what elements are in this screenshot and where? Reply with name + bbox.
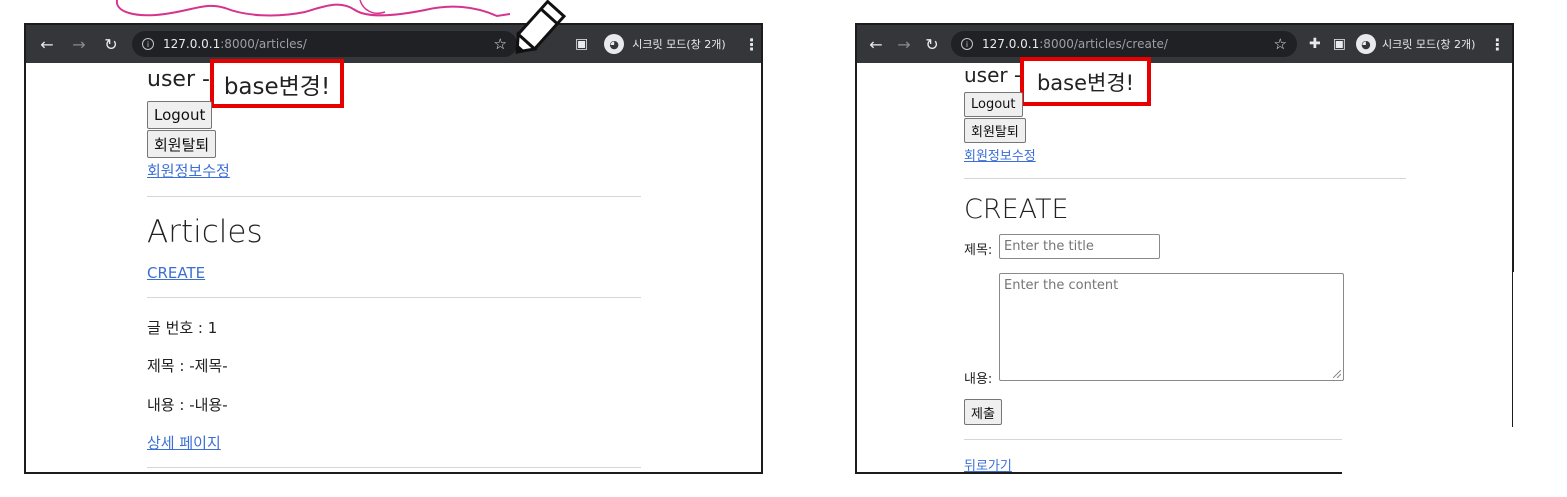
info-circle-icon[interactable]: i — [961, 38, 973, 50]
menu-dots-icon[interactable]: ⋮ — [744, 35, 760, 54]
address-bar[interactable]: i 127.0.0.1:8000/articles/ ☆ — [132, 31, 517, 57]
article-number: 글 번호 : 1 — [147, 319, 218, 337]
article-detail-link[interactable]: 상세 페이지 — [147, 432, 221, 453]
url-path: :8000/articles/ — [220, 37, 307, 51]
pink-doodle-drawing — [115, 0, 511, 18]
url-host: 127.0.0.1 — [163, 37, 221, 51]
page-title: CREATE — [964, 194, 1069, 225]
base-change-highlight: base변경! — [210, 59, 344, 108]
page-title: Articles — [147, 214, 263, 250]
browser-toolbar: ← → ↻ i 127.0.0.1:8000/articles/create/ … — [857, 25, 1512, 63]
back-arrow-icon[interactable]: ← — [36, 33, 58, 55]
content-label: 내용: — [964, 372, 993, 387]
incognito-icon[interactable]: ◕ — [1355, 34, 1376, 54]
reload-icon[interactable]: ↻ — [100, 33, 122, 55]
base-change-highlight: base변경! — [1020, 57, 1151, 106]
withdraw-button[interactable]: 회원탈퇴 — [964, 118, 1026, 143]
username-line: user - — [964, 63, 1021, 87]
withdraw-button[interactable]: 회원탈퇴 — [147, 130, 217, 158]
username-line: user - — [147, 67, 210, 92]
username: user — [147, 67, 195, 92]
incognito-label[interactable]: 시크릿 모드(창 2개) — [1382, 36, 1475, 52]
title-label: 제목: — [964, 243, 993, 258]
frame-mask — [1342, 427, 1522, 497]
title-input[interactable]: Enter the title — [999, 234, 1160, 259]
menu-dots-icon[interactable]: ⋮ — [1489, 35, 1505, 54]
back-link[interactable]: 뒤로가기 — [964, 455, 1012, 472]
resize-grip-icon[interactable] — [1333, 370, 1341, 378]
article-content: 내용 : -내용- — [147, 396, 228, 414]
reload-icon[interactable]: ↻ — [921, 33, 943, 55]
article-title: 제목 : -제목- — [147, 357, 228, 375]
tab-search-icon[interactable]: ▣ — [1333, 36, 1346, 52]
incognito-icon[interactable]: ◕ — [604, 34, 625, 54]
browser-toolbar: ← → ↻ i 127.0.0.1:8000/articles/ ☆ ▣ ◕ 시… — [26, 25, 761, 63]
browser-window-articles: ← → ↻ i 127.0.0.1:8000/articles/ ☆ ▣ ◕ 시… — [24, 23, 763, 474]
logout-button[interactable]: Logout — [147, 101, 213, 129]
submit-button[interactable]: 제출 — [964, 399, 1002, 425]
create-link[interactable]: CREATE — [147, 264, 205, 282]
edit-profile-link[interactable]: 회원정보수정 — [964, 145, 1036, 164]
create-page: user - base변경! Logout 회원탈퇴 회원정보수정 CREATE… — [857, 57, 1512, 472]
divider — [964, 178, 1406, 179]
articles-page: user - base변경! Logout 회원탈퇴 회원정보수정 Articl… — [26, 59, 761, 472]
divider — [147, 467, 641, 468]
logout-button[interactable]: Logout — [964, 92, 1023, 117]
info-circle-icon[interactable]: i — [142, 38, 154, 50]
content-placeholder: Enter the content — [1004, 278, 1119, 293]
content-textarea[interactable]: Enter the content — [999, 273, 1344, 381]
browser-window-create: ← → ↻ i 127.0.0.1:8000/articles/create/ … — [855, 23, 1514, 474]
pencil-cursor-icon — [515, 0, 567, 54]
forward-arrow-icon[interactable]: → — [68, 33, 90, 55]
dash: - — [202, 67, 210, 92]
divider — [147, 196, 641, 197]
back-arrow-icon[interactable]: ← — [865, 33, 887, 55]
divider — [147, 297, 641, 298]
url-path: :8000/articles/create/ — [1039, 37, 1168, 51]
edit-profile-link[interactable]: 회원정보수정 — [147, 160, 230, 181]
incognito-label[interactable]: 시크릿 모드(창 2개) — [632, 36, 725, 52]
address-bar[interactable]: i 127.0.0.1:8000/articles/create/ ☆ — [951, 31, 1297, 57]
extensions-puzzle-icon[interactable]: ✚ — [1309, 36, 1321, 52]
url-host: 127.0.0.1 — [982, 37, 1040, 51]
forward-arrow-icon[interactable]: → — [893, 33, 915, 55]
bookmark-star-icon[interactable]: ☆ — [1274, 35, 1287, 53]
username: user — [964, 63, 1008, 87]
divider — [964, 439, 1344, 440]
